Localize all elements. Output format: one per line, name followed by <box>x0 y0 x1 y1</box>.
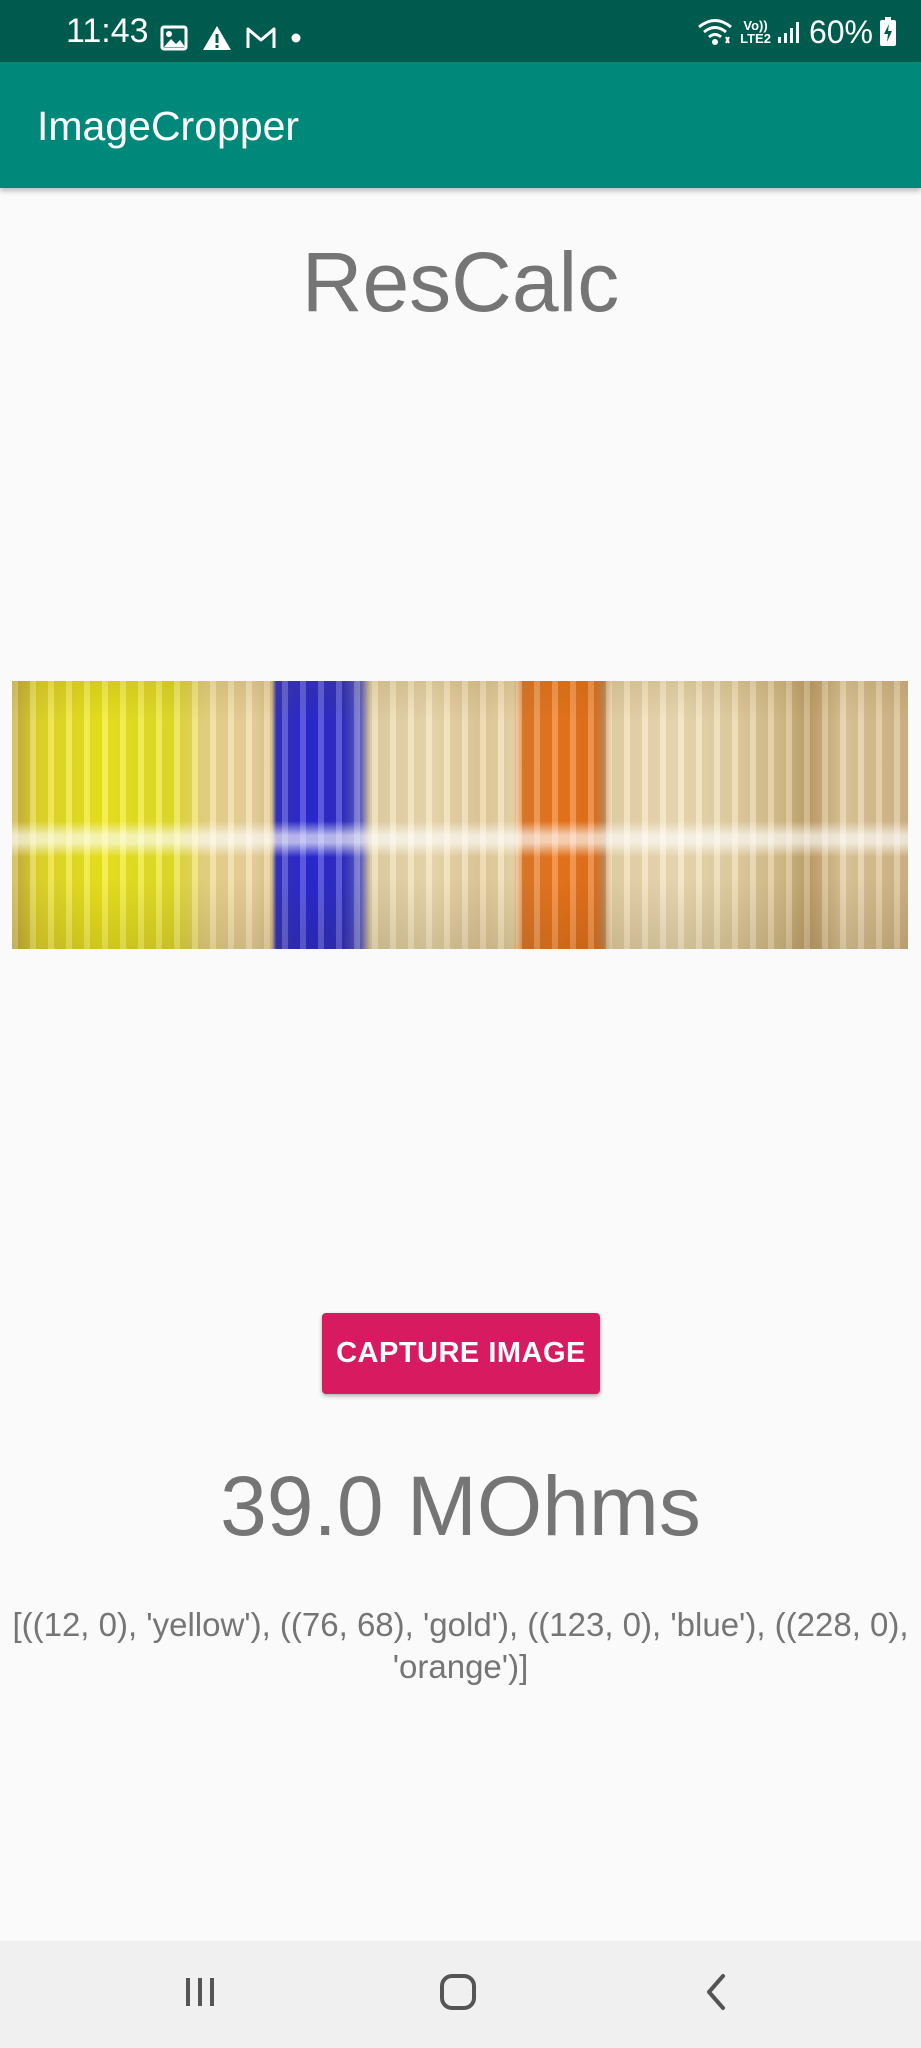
signal-icon <box>777 19 803 45</box>
recent-apps-icon <box>180 1974 220 2015</box>
home-button[interactable] <box>418 1961 498 2027</box>
back-icon <box>701 1972 731 2017</box>
app-bar: ImageCropper <box>0 62 921 188</box>
app-screen: 11:43 Vo)) LTE2 60% ImageCropper ResCalc… <box>0 0 921 2048</box>
recent-apps-button[interactable] <box>160 1961 240 2027</box>
app-title: ImageCropper <box>37 103 300 149</box>
system-nav-bar <box>0 1941 921 2048</box>
battery-percentage: 60% <box>808 14 873 50</box>
dot-icon <box>290 32 302 44</box>
system-status-icons: Vo)) LTE2 60% <box>690 14 897 50</box>
image-shade-top <box>12 681 908 721</box>
status-time: 11:43 <box>66 12 149 50</box>
warning-icon <box>202 25 232 51</box>
image-icon <box>160 25 188 51</box>
gmail-icon <box>246 26 276 50</box>
battery-charging-icon <box>879 17 897 47</box>
image-shade-bottom <box>12 879 908 949</box>
resistance-result: 39.0 MOhms <box>220 1459 701 1553</box>
lte-label: LTE2 <box>740 31 771 46</box>
back-button[interactable] <box>676 1961 756 2027</box>
resistor-image <box>12 681 908 949</box>
page-heading: ResCalc <box>301 235 620 329</box>
home-icon <box>438 1972 478 2017</box>
image-glare <box>12 821 908 857</box>
wifi-icon <box>696 17 734 47</box>
capture-image-button[interactable]: CAPTURE IMAGE <box>322 1313 600 1394</box>
status-bar: 11:43 Vo)) LTE2 60% <box>0 0 921 62</box>
detected-bands-text: [((12, 0), 'yellow'), ((76, 68), 'gold')… <box>12 1606 909 1685</box>
notification-icons <box>160 22 316 54</box>
lte-indicator: Vo)) LTE2 <box>740 19 771 45</box>
